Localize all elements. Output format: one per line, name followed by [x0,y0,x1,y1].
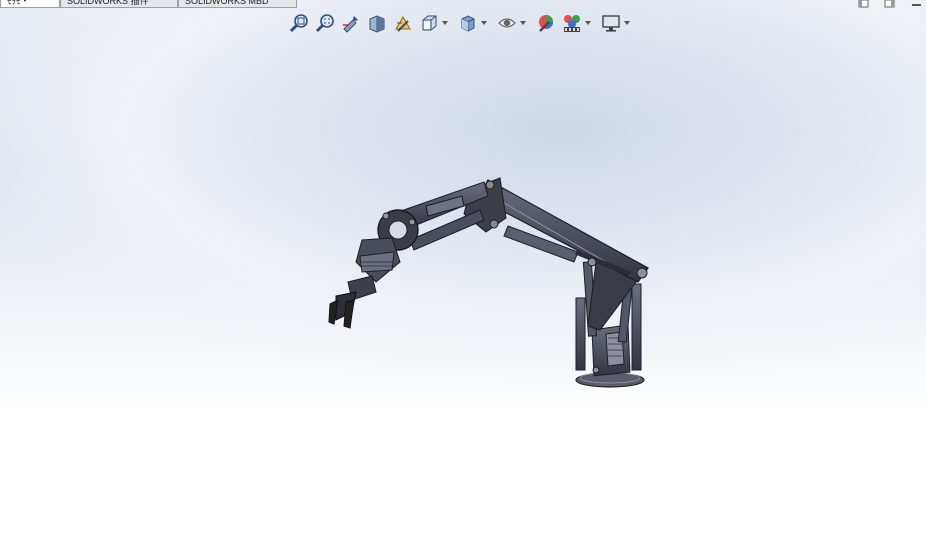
upper-arm [477,179,649,283]
base-cylinder-right [631,283,642,371]
base-cylinder-left [575,297,586,371]
robot-arm-model[interactable] [0,0,926,548]
gripper-finger-right [343,299,355,329]
